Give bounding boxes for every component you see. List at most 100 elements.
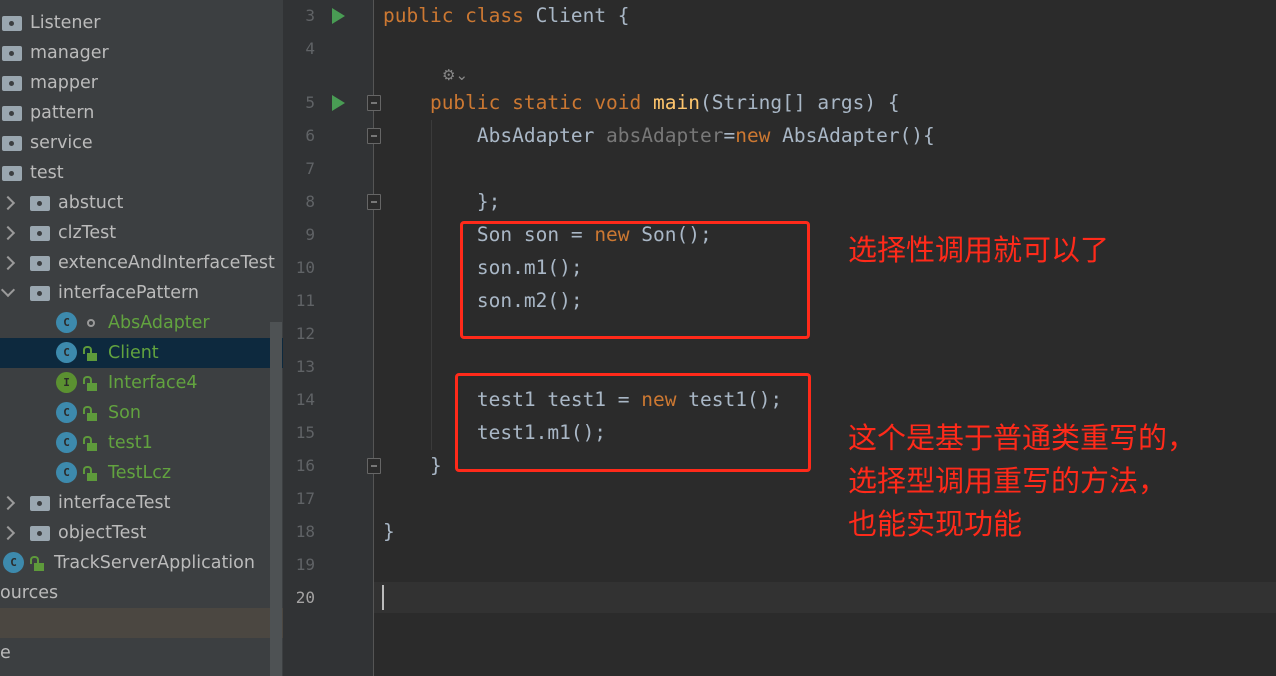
line-number: 6 — [305, 126, 315, 145]
line-number: 7 — [305, 159, 315, 178]
line-number: 20 — [295, 588, 315, 607]
unlocked-icon — [83, 406, 97, 421]
folder-icon — [30, 226, 50, 241]
code-token: new — [735, 124, 783, 147]
code-line: public class Client { — [383, 4, 630, 28]
line-number: 5 — [305, 93, 315, 112]
code-line: AbsAdapter absAdapter=new AbsAdapter(){ — [477, 124, 935, 148]
chevron-right-icon[interactable] — [0, 525, 16, 541]
tree-item-interface4[interactable]: I Interface4 — [0, 368, 283, 398]
tree-item-test1[interactable]: Ctest1 — [0, 428, 283, 458]
unlocked-icon — [83, 436, 97, 451]
chevron-right-icon[interactable] — [0, 255, 16, 271]
run-icon[interactable] — [332, 95, 345, 111]
chevron-right-icon[interactable] — [0, 195, 16, 211]
tree-item-label: objectTest — [58, 523, 147, 543]
line-number: 9 — [305, 225, 315, 244]
fold-marker-icon[interactable] — [367, 194, 381, 210]
project-tree: Listener manager mapper pattern service test a… — [0, 0, 283, 676]
fold-marker-icon[interactable] — [367, 458, 381, 474]
line-number: 3 — [305, 6, 315, 25]
line-number: 8 — [305, 192, 315, 211]
folder-icon — [30, 196, 50, 211]
tree-item-label: mapper — [30, 73, 98, 93]
current-line-highlight — [374, 582, 1276, 613]
chevron-down-icon[interactable] — [0, 282, 16, 298]
tree-item-label: ources — [0, 583, 59, 603]
fold-marker-icon[interactable] — [367, 128, 381, 144]
tree-item-service[interactable]: service — [0, 128, 283, 158]
folder-icon — [30, 496, 50, 511]
code-token: public class — [383, 4, 536, 27]
chevron-right-icon[interactable] — [0, 495, 16, 511]
text-caret — [382, 585, 384, 610]
line-number: 16 — [295, 456, 315, 475]
tree-item-label: Interface4 — [108, 373, 198, 393]
tree-item-interfacetest[interactable]: interfaceTest — [0, 488, 283, 518]
tree-item-label: TrackServerApplication — [54, 553, 255, 573]
line-number: 13 — [295, 357, 315, 376]
tree-item-absadapter[interactable]: C AbsAdapter — [0, 308, 283, 338]
tree-item-label: TestLcz — [108, 463, 172, 483]
tree-item-pattern[interactable]: pattern — [0, 98, 283, 128]
code-line: } — [430, 454, 442, 478]
tree-item-e[interactable]: e — [0, 638, 283, 668]
line-number: 4 — [305, 39, 315, 58]
tree-item-testlcz[interactable]: C TestLcz — [0, 458, 283, 488]
tree-item-label: Client — [108, 343, 159, 363]
tree-item-test[interactable]: test — [0, 158, 283, 188]
tree-item-son[interactable]: C Son — [0, 398, 283, 428]
annotation-box-2 — [455, 373, 811, 472]
tree-item-ources[interactable]: ources — [0, 578, 283, 608]
tree-item-label: clzTest — [58, 223, 117, 243]
tree-item-clztest[interactable]: clzTest — [0, 218, 283, 248]
scrollbar[interactable] — [270, 322, 282, 676]
folder-icon — [30, 526, 50, 541]
tree-item-client[interactable]: C Client — [0, 338, 283, 368]
tree-item-listener[interactable]: Listener — [0, 8, 283, 38]
tree-item-label: Listener — [30, 13, 101, 33]
tree-item-manager[interactable]: manager — [0, 38, 283, 68]
unlocked-icon — [30, 556, 44, 571]
code-token: absAdapter — [606, 124, 724, 147]
tree-item-label: pattern — [30, 103, 95, 123]
fold-marker-icon[interactable] — [367, 95, 381, 111]
abstract-class-icon: C — [56, 312, 77, 333]
run-icon[interactable] — [332, 8, 345, 24]
folder-icon — [2, 166, 22, 181]
annotation-note-2-line: 这个是基于普通类重写的， — [848, 421, 1197, 455]
class-icon: C — [56, 432, 77, 453]
tree-item-extenceandinterfacetest[interactable]: extenceAndInterfaceTest — [0, 248, 283, 278]
annotation-note-2-line: 也能实现功能 — [848, 507, 1023, 541]
code-token: } — [383, 520, 395, 543]
tree-item-label: abstuct — [58, 193, 124, 213]
tree-item-label: test1 — [108, 433, 153, 453]
tree-item-label: interfaceTest — [58, 493, 171, 513]
code-token: AbsAdapter — [476, 124, 607, 147]
tree-item-objecttest[interactable]: objectTest — [0, 518, 283, 548]
folder-icon — [2, 106, 22, 121]
tree-item-abstuct[interactable]: abstuct — [0, 188, 283, 218]
tree-item-label: Son — [108, 403, 141, 423]
tree-item-trackserverapplication[interactable]: C TrackServerApplication — [0, 548, 283, 578]
line-number: 14 — [295, 390, 315, 409]
tree-item-blank[interactable] — [0, 608, 283, 638]
chevron-right-icon[interactable] — [0, 225, 16, 241]
annotation-note-2-line: 选择型调用重写的方法， — [848, 464, 1168, 498]
class-icon: C — [56, 462, 77, 483]
tree-item-interfacepattern[interactable]: interfacePattern — [0, 278, 283, 308]
tree-item-label: manager — [30, 43, 109, 63]
unlocked-icon — [83, 346, 97, 361]
code-token: AbsAdapter(){ — [782, 124, 935, 147]
ai-assistant-icon[interactable]: ⚙⌄ — [442, 66, 468, 84]
code-token: Client { — [535, 4, 630, 27]
folder-icon — [2, 16, 22, 31]
unlocked-icon — [83, 376, 97, 391]
line-number: 12 — [295, 324, 315, 343]
folder-icon — [2, 46, 22, 61]
folder-icon — [2, 76, 22, 91]
code-line: } — [383, 520, 395, 544]
tree-item-mapper[interactable]: mapper — [0, 68, 283, 98]
code-token: main — [653, 91, 700, 114]
line-number: 15 — [295, 423, 315, 442]
